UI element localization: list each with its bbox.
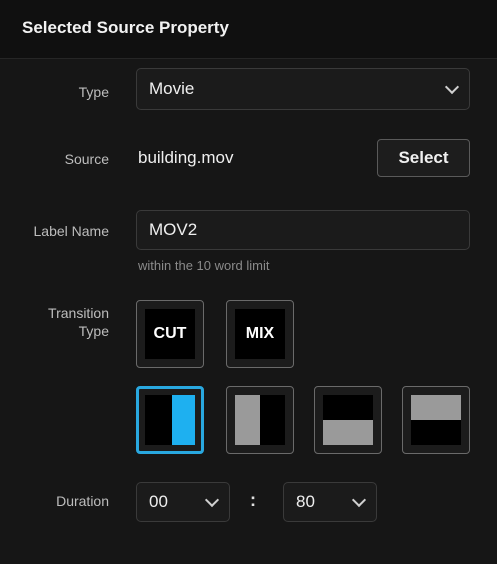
duration-frames-value: 80 (296, 492, 315, 511)
panel-header: Selected Source Property (0, 0, 497, 59)
wipe-left-half-icon (235, 395, 285, 445)
duration-separator: : (250, 490, 256, 510)
chevron-down-icon (444, 79, 460, 95)
wipe-left-half-button[interactable] (226, 386, 294, 454)
mix-button[interactable]: MIX (226, 300, 294, 368)
chevron-down-icon (351, 492, 367, 508)
cut-label: CUT (145, 309, 195, 359)
source-filename: building.mov (138, 148, 234, 167)
wipe-right-half-button[interactable] (136, 386, 204, 454)
wipe-bottom-half-icon (323, 395, 373, 445)
duration-frames-dropdown[interactable]: 80 (283, 482, 377, 522)
type-label: Type (78, 84, 109, 100)
duration-seconds-dropdown[interactable]: 00 (136, 482, 230, 522)
label-name-hint: within the 10 word limit (138, 258, 270, 273)
type-dropdown[interactable]: Movie (136, 68, 470, 110)
duration-seconds-value: 00 (149, 492, 168, 511)
label-name-value: MOV2 (149, 220, 198, 239)
source-label: Source (64, 151, 109, 167)
mix-label: MIX (235, 309, 285, 359)
duration-label: Duration (56, 493, 109, 509)
wipe-top-half-button[interactable] (402, 386, 470, 454)
transition-type-label: Transition Type (40, 304, 109, 340)
wipe-right-half-icon (145, 395, 195, 445)
label-name-input[interactable]: MOV2 (136, 210, 470, 250)
wipe-bottom-half-button[interactable] (314, 386, 382, 454)
source-property-panel: Selected Source Property Type Movie Sour… (0, 0, 497, 564)
select-button[interactable]: Select (377, 139, 470, 177)
label-name-label: Label Name (33, 223, 110, 239)
chevron-down-icon (204, 492, 220, 508)
wipe-top-half-icon (411, 395, 461, 445)
transition-label-line2: Type (78, 323, 109, 339)
cut-button[interactable]: CUT (136, 300, 204, 368)
type-dropdown-value: Movie (149, 79, 195, 98)
panel-title: Selected Source Property (22, 18, 229, 37)
transition-label-line1: Transition (48, 305, 109, 321)
